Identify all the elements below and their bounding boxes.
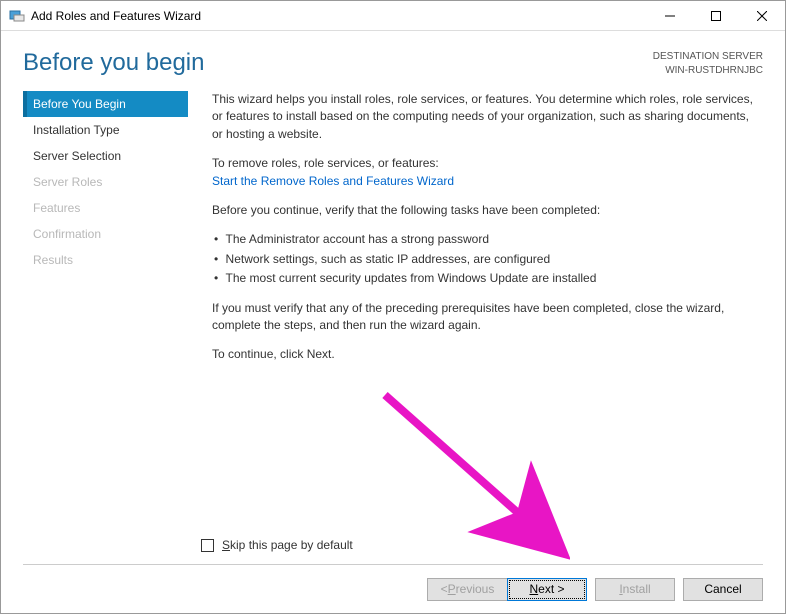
minimize-button[interactable]	[647, 1, 693, 30]
maximize-button[interactable]	[693, 1, 739, 30]
skip-row: Skip this page by default	[1, 532, 785, 564]
close-button[interactable]	[739, 1, 785, 30]
remove-roles-link[interactable]: Start the Remove Roles and Features Wiza…	[212, 174, 454, 188]
step-results: Results	[23, 247, 188, 273]
wizard-content: This wizard helps you install roles, rol…	[188, 91, 763, 522]
page-heading: Before you begin	[23, 49, 653, 77]
install-button: Install	[595, 578, 675, 601]
verify-lead: Before you continue, verify that the fol…	[212, 202, 759, 219]
titlebar: Add Roles and Features Wizard	[1, 1, 785, 31]
previous-button: < Previous	[427, 578, 507, 601]
destination-label: DESTINATION SERVER	[653, 50, 763, 64]
step-server-roles: Server Roles	[23, 169, 188, 195]
continue-text: To continue, click Next.	[212, 346, 759, 363]
must-verify-text: If you must verify that any of the prece…	[212, 300, 759, 335]
step-server-selection[interactable]: Server Selection	[23, 143, 188, 169]
prereq-item: The Administrator account has a strong p…	[212, 231, 759, 248]
header: Before you begin DESTINATION SERVER WIN-…	[1, 31, 785, 91]
next-button[interactable]: Next >	[507, 578, 587, 601]
step-confirmation: Confirmation	[23, 221, 188, 247]
wizard-body: Before You Begin Installation Type Serve…	[1, 91, 785, 532]
skip-checkbox[interactable]	[201, 539, 214, 552]
prereq-item: Network settings, such as static IP addr…	[212, 251, 759, 268]
step-before-you-begin[interactable]: Before You Begin	[23, 91, 188, 117]
step-features: Features	[23, 195, 188, 221]
step-installation-type[interactable]: Installation Type	[23, 117, 188, 143]
nav-button-group: < Previous Next >	[427, 578, 587, 601]
cancel-button[interactable]: Cancel	[683, 578, 763, 601]
remove-section: To remove roles, role services, or featu…	[212, 155, 759, 190]
intro-text: This wizard helps you install roles, rol…	[212, 91, 759, 143]
destination-server-name: WIN-RUSTDHRNJBC	[653, 64, 763, 78]
step-sidebar: Before You Begin Installation Type Serve…	[23, 91, 188, 522]
remove-lead: To remove roles, role services, or featu…	[212, 156, 439, 170]
wizard-window: Add Roles and Features Wizard Before you…	[0, 0, 786, 614]
window-controls	[647, 1, 785, 30]
destination-server-info: DESTINATION SERVER WIN-RUSTDHRNJBC	[653, 50, 763, 77]
prereq-list: The Administrator account has a strong p…	[212, 231, 759, 287]
skip-label[interactable]: Skip this page by default	[222, 538, 353, 552]
prereq-item: The most current security updates from W…	[212, 270, 759, 287]
window-title: Add Roles and Features Wizard	[31, 9, 647, 23]
server-manager-icon	[9, 8, 25, 24]
footer: < Previous Next > Install Cancel	[1, 565, 785, 613]
